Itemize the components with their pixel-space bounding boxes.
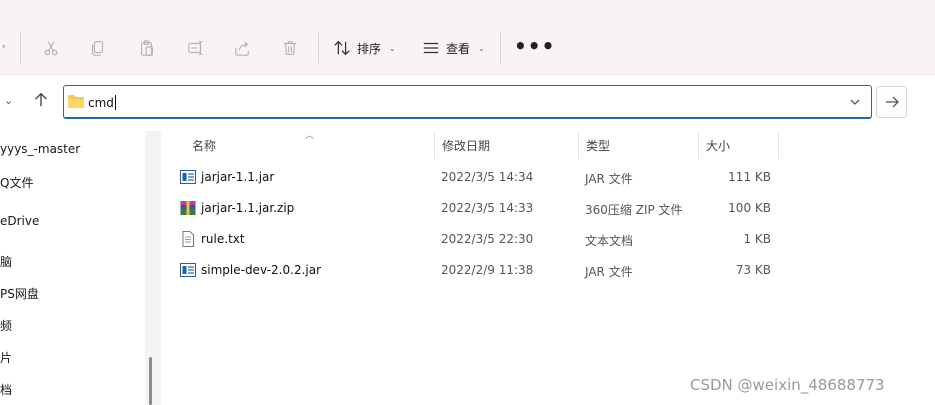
file-type: 文本文档 [585, 234, 634, 248]
view-icon [423, 42, 439, 54]
sidebar-item[interactable]: 档 [0, 381, 12, 398]
share-button[interactable] [231, 37, 253, 59]
scrollbar-thumb[interactable] [149, 357, 152, 405]
file-row[interactable]: jarjar-1.1.jar 2022/3/5 14:34 JAR 文件 111… [177, 166, 777, 190]
jar-file-icon [180, 263, 196, 277]
trash-icon [283, 41, 297, 55]
jar-file-icon [180, 170, 196, 184]
chevron-down-icon[interactable] [849, 96, 861, 108]
file-row[interactable]: simple-dev-2.0.2.jar 2022/2/9 11:38 JAR … [177, 259, 777, 283]
file-type: JAR 文件 [585, 265, 633, 279]
column-divider[interactable] [778, 131, 779, 159]
sidebar-item[interactable]: 片 [0, 349, 12, 366]
paste-icon [141, 40, 153, 56]
up-arrow-icon[interactable] [32, 91, 50, 109]
view-label: 查看 [446, 41, 471, 56]
file-size: 73 KB [735, 263, 771, 277]
file-size: 111 KB [728, 170, 771, 184]
command-bar: › 排序 ⌄ 查看 ⌄ ••• [0, 0, 935, 75]
chevron-down-icon: ⌄ [389, 43, 396, 53]
column-header-name[interactable]: 名称 [184, 131, 434, 159]
copy-icon [92, 41, 104, 56]
chevron-left-icon: › [2, 42, 6, 52]
file-name: jarjar-1.1.jar.zip [201, 201, 295, 215]
zip-archive-icon [180, 201, 196, 215]
file-size: 100 KB [728, 201, 771, 215]
file-name: rule.txt [201, 232, 245, 246]
text-file-icon [182, 231, 194, 247]
sidebar-scrollbar[interactable] [145, 131, 161, 405]
file-type: JAR 文件 [585, 172, 633, 186]
delete-button[interactable] [279, 37, 301, 59]
file-name: jarjar-1.1.jar [201, 170, 275, 184]
go-button[interactable] [876, 86, 907, 118]
cut-button[interactable] [40, 37, 62, 59]
navigation-pane: yyys_-master Q文件 eDrive 脑 PS网盘 频 片 档 [0, 131, 161, 405]
more-options-button[interactable]: ••• [514, 36, 555, 56]
file-type: 360压缩 ZIP 文件 [585, 203, 683, 217]
sidebar-item[interactable]: eDrive [0, 214, 39, 228]
rename-icon [188, 41, 203, 55]
scissors-icon [44, 41, 58, 56]
column-header-type[interactable]: 类型 [578, 131, 698, 159]
share-icon [235, 41, 249, 56]
toolbar-divider [500, 33, 501, 63]
rename-button[interactable] [185, 37, 207, 59]
file-date: 2022/3/5 14:34 [441, 170, 534, 184]
sort-label: 排序 [357, 41, 382, 56]
sidebar-item[interactable]: yyys_-master [0, 142, 80, 156]
toolbar-divider [20, 33, 21, 63]
address-value: cmd [88, 96, 114, 110]
column-header-date[interactable]: 修改日期 [434, 131, 578, 159]
file-size: 1 KB [743, 232, 771, 246]
file-list: ︿ 名称 修改日期 类型 大小 jarjar-1.1.jar 2022/3/5 … [160, 131, 935, 405]
sidebar-item[interactable]: PS网盘 [0, 285, 39, 302]
recent-locations-chevron-icon[interactable]: ⌄ [4, 94, 13, 107]
text-caret [114, 95, 116, 110]
chevron-down-icon: ⌄ [478, 43, 485, 53]
arrow-right-icon [885, 96, 899, 108]
sort-icon [334, 40, 350, 56]
file-date: 2022/2/9 11:38 [441, 263, 534, 277]
watermark: CSDN @weixin_48688773 [690, 376, 885, 394]
sort-button[interactable]: 排序 ⌄ [333, 36, 396, 60]
address-bar[interactable]: cmd [63, 85, 872, 119]
address-input[interactable]: cmd [88, 95, 116, 110]
copy-button[interactable] [87, 37, 109, 59]
sidebar-item[interactable]: 频 [0, 317, 12, 334]
sidebar-item[interactable]: Q文件 [0, 174, 33, 191]
toolbar-divider [318, 33, 319, 63]
sidebar-item[interactable]: 脑 [0, 253, 12, 270]
folder-icon [68, 95, 84, 108]
file-row[interactable]: jarjar-1.1.jar.zip 2022/3/5 14:33 360压缩 … [177, 197, 777, 221]
file-row[interactable]: rule.txt 2022/3/5 22:30 文本文档 1 KB [177, 228, 777, 252]
column-header-size[interactable]: 大小 [698, 131, 778, 159]
file-date: 2022/3/5 14:33 [441, 201, 534, 215]
view-button[interactable]: 查看 ⌄ [422, 36, 485, 60]
file-name: simple-dev-2.0.2.jar [201, 263, 322, 277]
file-date: 2022/3/5 22:30 [441, 232, 534, 246]
paste-button[interactable] [136, 37, 158, 59]
